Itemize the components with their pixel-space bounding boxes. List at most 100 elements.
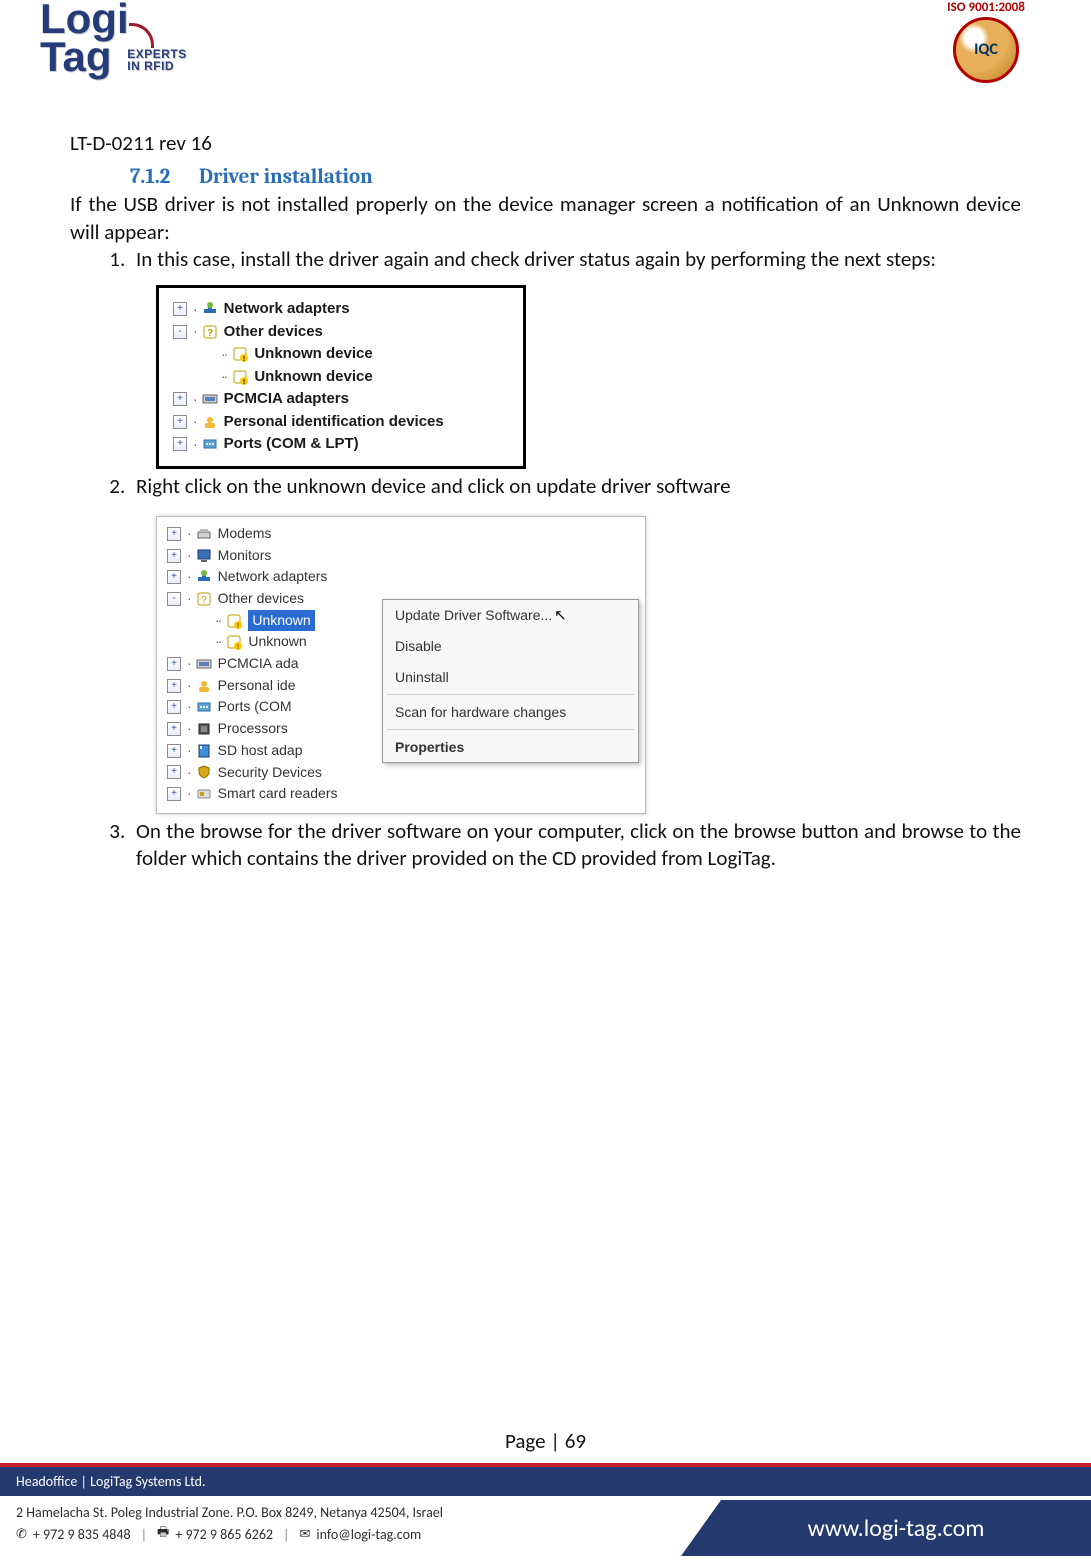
collapse-icon[interactable]: -: [167, 592, 181, 606]
footer-phone: + 972 9 835 4848: [33, 1526, 131, 1543]
tree-item-label: Other devices: [218, 588, 304, 610]
sec-icon: [196, 764, 212, 780]
expand-icon[interactable]: +: [167, 787, 181, 801]
footer-email: info@logi-tag.com: [316, 1526, 421, 1543]
menu-item[interactable]: Uninstall: [383, 662, 638, 692]
tree-connector: ·: [193, 411, 196, 432]
email-icon: ✉: [299, 1527, 310, 1542]
step-3-text: On the browse for the driver software on…: [136, 818, 1021, 871]
logo-tagline-2: IN RFID: [127, 59, 174, 73]
monitor-icon: [196, 548, 212, 564]
tree-connector: ·: [187, 545, 190, 567]
tree-item-label: Unknown device: [254, 366, 372, 389]
tree-item[interactable]: -·Other devices: [173, 321, 509, 344]
expand-icon[interactable]: +: [173, 392, 187, 406]
expand-icon[interactable]: +: [167, 700, 181, 714]
tree-item-label: Ports (COM: [218, 696, 292, 718]
footer-url: www.logi-tag.com: [808, 1514, 985, 1543]
no-expand-icon: [197, 636, 209, 648]
tree-connector: ·: [187, 762, 190, 784]
net-icon: [202, 301, 218, 317]
cpu-icon: [196, 721, 212, 737]
tree-connector: ·: [193, 434, 196, 455]
menu-item[interactable]: Disable: [383, 631, 638, 661]
pcmcia-icon: [202, 391, 218, 407]
page-number: Page | 69: [0, 1428, 1091, 1454]
tree-connector: ··: [221, 344, 226, 365]
pcmcia-icon: [196, 656, 212, 672]
tree-connector: ··: [221, 366, 226, 387]
expand-icon[interactable]: +: [167, 722, 181, 736]
tree-item-label: Processors: [218, 718, 288, 740]
menu-item[interactable]: Update Driver Software...↖: [383, 600, 638, 632]
ports-icon: [196, 699, 212, 715]
menu-separator: [387, 694, 634, 695]
unknown-icon: [232, 346, 248, 362]
tree-item-label: Security Devices: [218, 762, 322, 784]
tree-connector: ·: [187, 783, 190, 805]
tree-item[interactable]: +·Network adapters: [167, 566, 645, 588]
tree-connector: ·: [187, 696, 190, 718]
tree-item[interactable]: +·Monitors: [167, 545, 645, 567]
collapse-icon[interactable]: -: [173, 325, 187, 339]
tree-item[interactable]: ·· Unknown device: [173, 366, 509, 389]
expand-icon[interactable]: +: [173, 437, 187, 451]
pid-icon: [196, 678, 212, 694]
iso-arch-text: ISO 9001:2008: [931, 0, 1041, 15]
tree-item[interactable]: + · Smart card readers: [167, 783, 645, 805]
step-1-text: In this case, install the driver again a…: [136, 246, 936, 272]
unknown-icon: [232, 369, 248, 385]
tree-connector: ·: [187, 653, 190, 675]
tree-item-label: Unknown: [248, 610, 314, 632]
expand-icon[interactable]: +: [173, 302, 187, 316]
context-menu: Update Driver Software...↖DisableUninsta…: [382, 599, 639, 763]
smart-icon: [196, 786, 212, 802]
tree-item-label: SD host adap: [218, 740, 303, 762]
unknown-icon: [226, 634, 242, 650]
tree-item-label: PCMCIA adapters: [224, 388, 349, 411]
tree-item-label: Unknown: [248, 631, 306, 653]
tree-item[interactable]: +·Network adapters: [173, 298, 509, 321]
tree-item-label: Modems: [218, 523, 272, 545]
menu-item[interactable]: Properties: [383, 732, 638, 762]
footer-head-strip: Headoffice | LogiTag Systems Ltd.: [0, 1467, 1091, 1496]
phone-icon: ✆: [16, 1527, 27, 1542]
tree-item-label: Other devices: [224, 321, 323, 344]
expand-icon[interactable]: +: [167, 744, 181, 758]
section-title: Driver installation: [199, 165, 373, 189]
device-manager-screenshot-1: +·Network adapters-·Other devices··Unkno…: [156, 285, 526, 469]
expand-icon[interactable]: +: [173, 415, 187, 429]
step-3: On the browse for the driver software on…: [130, 818, 1021, 873]
expand-icon[interactable]: +: [167, 657, 181, 671]
menu-item[interactable]: Scan for hardware changes: [383, 697, 638, 727]
tree-item[interactable]: + · Security Devices: [167, 762, 645, 784]
unknown-icon: [226, 613, 242, 629]
expand-icon[interactable]: +: [167, 679, 181, 693]
tree-item-label: Network adapters: [218, 566, 328, 588]
tree-item[interactable]: + · Modems: [167, 523, 645, 545]
tree-item-label: Smart card readers: [218, 783, 338, 805]
footer-url-badge: www.logi-tag.com: [681, 1500, 1091, 1556]
tree-item[interactable]: + · Personal identification devices: [173, 411, 509, 434]
expand-icon[interactable]: +: [167, 570, 181, 584]
logo-text-bottom: Tag: [40, 33, 112, 80]
logitag-logo: Logi Tag EXPERTS IN RFID: [40, 0, 187, 76]
ports-icon: [202, 436, 218, 452]
no-expand-icon: [197, 615, 209, 627]
tree-item-label: Personal identification devices: [224, 411, 444, 434]
pid-icon: [202, 414, 218, 430]
tree-connector: ··: [215, 610, 220, 632]
no-expand-icon: [203, 371, 215, 383]
tree-item-label: Network adapters: [224, 298, 350, 321]
tree-item[interactable]: +·Ports (COM & LPT): [173, 433, 509, 456]
section-number: 7.1.2: [130, 165, 170, 189]
no-expand-icon: [203, 348, 215, 360]
tree-item[interactable]: ··Unknown device: [173, 343, 509, 366]
expand-icon[interactable]: +: [167, 527, 181, 541]
tree-connector: ·: [187, 675, 190, 697]
tree-item[interactable]: +·PCMCIA adapters: [173, 388, 509, 411]
tree-connector: ·: [187, 740, 190, 762]
tree-connector: ·: [187, 523, 190, 545]
expand-icon[interactable]: +: [167, 765, 181, 779]
expand-icon[interactable]: +: [167, 549, 181, 563]
